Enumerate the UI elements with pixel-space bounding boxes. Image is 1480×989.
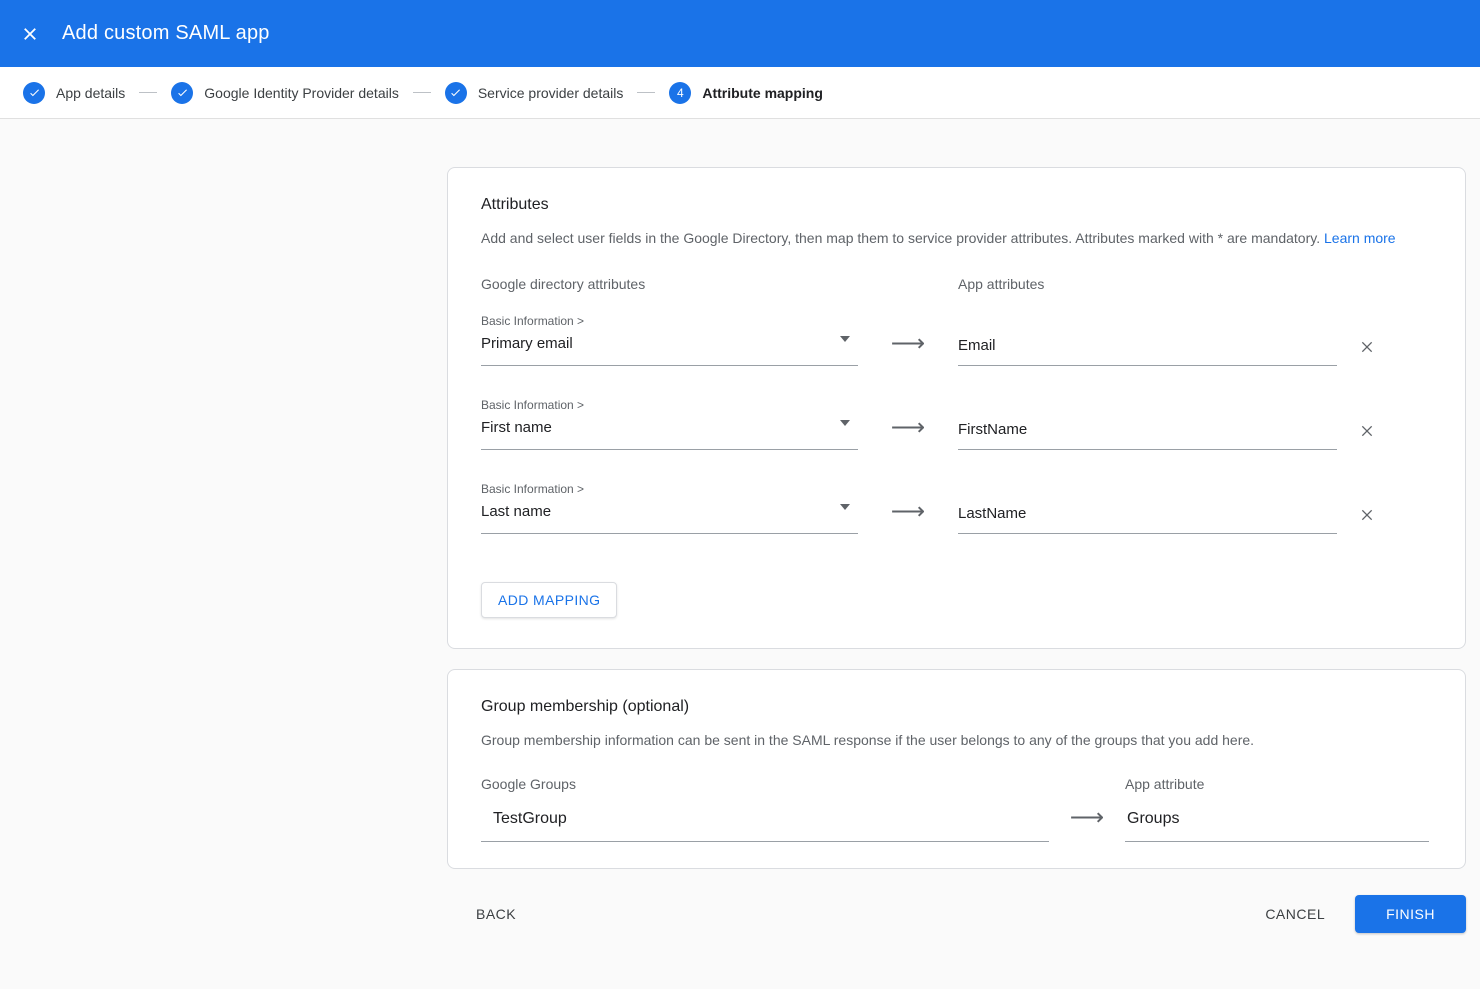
step-app-details[interactable]: App details	[23, 82, 125, 104]
step-label: Service provider details	[478, 85, 624, 101]
app-attribute-column-header: App attribute	[1125, 776, 1429, 792]
step-service-provider-details[interactable]: Service provider details	[445, 82, 624, 104]
step-attribute-mapping[interactable]: 4 Attribute mapping	[669, 82, 823, 104]
attribute-category-label: Basic Information >	[481, 314, 858, 328]
main-content: Attributes Add and select user fields in…	[0, 119, 1480, 933]
step-identity-provider-details[interactable]: Google Identity Provider details	[171, 82, 399, 104]
mapping-row: Basic Information > Primary email ⟶	[481, 312, 1432, 366]
app-attribute-input[interactable]	[958, 501, 1337, 534]
attributes-description-text: Add and select user fields in the Google…	[481, 230, 1320, 246]
cancel-button[interactable]: CANCEL	[1261, 898, 1329, 930]
dropdown-arrow-icon	[840, 420, 850, 426]
group-card-title: Group membership (optional)	[481, 698, 1432, 716]
arrow-right-icon: ⟶	[891, 500, 925, 534]
arrow-right-icon: ⟶	[891, 332, 925, 366]
arrow-right-icon: ⟶	[891, 416, 925, 450]
remove-mapping-icon[interactable]	[1359, 507, 1375, 534]
step-label: Attribute mapping	[702, 85, 823, 101]
remove-mapping-icon[interactable]	[1359, 339, 1375, 366]
close-icon[interactable]	[12, 16, 48, 52]
step-divider	[637, 92, 655, 93]
group-membership-card: Group membership (optional) Group member…	[447, 669, 1466, 869]
stepper: App details Google Identity Provider det…	[0, 67, 1480, 119]
app-attribute-input[interactable]	[958, 333, 1337, 366]
step-check-icon	[171, 82, 193, 104]
step-divider	[413, 92, 431, 93]
attributes-card-title: Attributes	[481, 196, 1432, 214]
directory-attributes-column-header: Google directory attributes	[481, 276, 858, 292]
attribute-value-label: Primary email	[481, 335, 573, 352]
learn-more-link[interactable]: Learn more	[1324, 230, 1396, 246]
mapping-column-headers: Google directory attributes App attribut…	[481, 276, 1432, 292]
group-column-headers: Google Groups App attribute	[481, 776, 1432, 792]
step-label: Google Identity Provider details	[204, 85, 399, 101]
attributes-card: Attributes Add and select user fields in…	[447, 167, 1466, 649]
step-number-badge: 4	[669, 82, 691, 104]
attribute-category-label: Basic Information >	[481, 398, 858, 412]
group-mapping-row: ⟶	[481, 796, 1432, 842]
back-button[interactable]: BACK	[472, 898, 520, 930]
attribute-value-label: Last name	[481, 503, 551, 520]
directory-attribute-select[interactable]: Basic Information > First name	[481, 396, 858, 450]
directory-attribute-select[interactable]: Basic Information > Last name	[481, 480, 858, 534]
app-attribute-input[interactable]	[958, 417, 1337, 450]
step-check-icon	[445, 82, 467, 104]
directory-attribute-select[interactable]: Basic Information > Primary email	[481, 312, 858, 366]
app-attributes-column-header: App attributes	[958, 276, 1337, 292]
attributes-card-description: Add and select user fields in the Google…	[481, 228, 1432, 248]
step-check-icon	[23, 82, 45, 104]
google-groups-input[interactable]	[481, 796, 1049, 842]
google-groups-column-header: Google Groups	[481, 776, 1049, 792]
finish-button[interactable]: FINISH	[1355, 895, 1466, 933]
group-app-attribute-input[interactable]	[1125, 796, 1429, 842]
app-header: Add custom SAML app	[0, 0, 1480, 67]
mapping-row: Basic Information > Last name ⟶	[481, 480, 1432, 534]
attribute-value-label: First name	[481, 419, 552, 436]
add-mapping-button[interactable]: ADD MAPPING	[481, 582, 617, 618]
step-divider	[139, 92, 157, 93]
group-card-description: Group membership information can be sent…	[481, 730, 1432, 750]
mapping-row: Basic Information > First name ⟶	[481, 396, 1432, 450]
page-title: Add custom SAML app	[62, 22, 270, 45]
dropdown-arrow-icon	[840, 504, 850, 510]
remove-mapping-icon[interactable]	[1359, 423, 1375, 450]
arrow-right-icon: ⟶	[1070, 806, 1104, 842]
step-label: App details	[56, 85, 125, 101]
attribute-category-label: Basic Information >	[481, 482, 858, 496]
dropdown-arrow-icon	[840, 336, 850, 342]
footer-actions: BACK CANCEL FINISH	[447, 895, 1466, 933]
